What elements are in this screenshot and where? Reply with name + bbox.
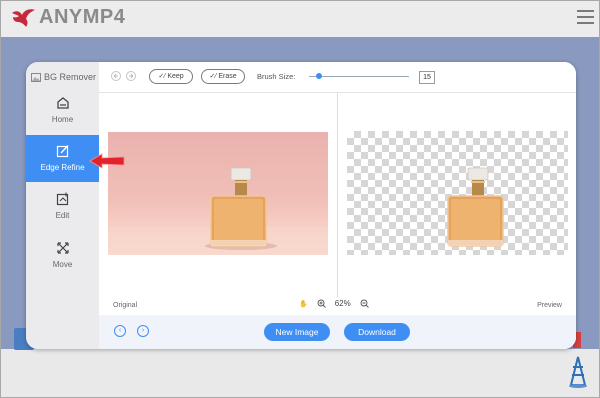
tower-logo-icon — [569, 356, 587, 388]
move-icon — [56, 242, 69, 254]
zoom-value: 62% — [334, 299, 351, 308]
new-image-button[interactable]: New Image — [264, 323, 330, 341]
zoom-in-icon[interactable] — [317, 299, 326, 308]
undo-icon — [113, 73, 118, 79]
keep-label: Keep — [167, 73, 184, 80]
browser-frame: ANYMP4 BG Remover Home Edge Refine Edit … — [0, 0, 600, 398]
bird-logo-icon — [12, 8, 35, 27]
sidebar-item-move[interactable]: Move — [26, 235, 99, 282]
sidebar-item-label: Edit — [55, 211, 70, 220]
editor-main: ✓⁄ Keep ✓⁄ Erase Brush Size: 15 Original… — [99, 62, 576, 349]
sidebar-item-label: Move — [52, 260, 73, 269]
next-button[interactable]: › — [137, 325, 149, 337]
sidebar-item-label: Edge Refine — [40, 163, 85, 172]
action-bar: ‹ › New Image Download — [99, 315, 576, 349]
image-icon — [31, 72, 41, 82]
brush-size-slider[interactable] — [309, 76, 409, 77]
sidebar-item-label: Home — [51, 115, 74, 124]
tool-sidebar: BG Remover Home Edge Refine Edit Move — [26, 62, 99, 349]
bg-remover-dialog: BG Remover Home Edge Refine Edit Move ✓⁄… — [26, 62, 576, 349]
preview-label: Preview — [537, 302, 562, 309]
download-button[interactable]: Download — [344, 323, 410, 341]
previous-button[interactable]: ‹ — [114, 325, 126, 337]
brush-size-slider-thumb[interactable] — [316, 73, 322, 79]
erase-brush-icon: ✓⁄ — [209, 73, 219, 80]
edge-refine-icon — [56, 145, 69, 158]
original-label: Original — [113, 302, 138, 309]
redo-icon — [129, 73, 134, 79]
chevron-right-icon: › — [141, 327, 145, 334]
home-icon — [56, 97, 69, 109]
keep-button[interactable]: ✓⁄ Keep — [149, 69, 193, 84]
erase-button[interactable]: ✓⁄ Erase — [201, 69, 245, 84]
brush-size-input[interactable]: 15 — [419, 71, 435, 84]
preview-image[interactable] — [347, 131, 568, 255]
site-header: ANYMP4 — [1, 1, 599, 37]
original-image[interactable] — [108, 132, 328, 255]
perfume-bottle-photo — [108, 167, 328, 255]
sidebar-item-home[interactable]: Home — [26, 90, 99, 137]
canvas-area — [99, 93, 576, 297]
red-arrow-pointer-icon — [89, 153, 125, 169]
editor-toolbar: ✓⁄ Keep ✓⁄ Erase Brush Size: 15 — [99, 62, 576, 93]
canvas-footer: Original ✋ 62% Preview — [99, 297, 576, 315]
chevron-left-icon: ‹ — [118, 327, 122, 334]
erase-label: Erase — [218, 73, 237, 80]
hand-pan-icon[interactable]: ✋ — [299, 300, 308, 308]
canvas-divider — [337, 93, 338, 297]
keep-brush-icon: ✓⁄ — [158, 73, 168, 80]
undo-button[interactable] — [111, 71, 121, 81]
logo-text: ANYMP4 — [39, 6, 126, 28]
sidebar-title-text: BG Remover — [44, 72, 97, 82]
edit-icon — [56, 192, 68, 206]
sidebar-title: BG Remover — [31, 72, 96, 82]
zoom-out-icon[interactable] — [360, 299, 369, 308]
site-logo[interactable]: ANYMP4 — [10, 6, 125, 29]
brush-size-label: Brush Size: — [257, 72, 296, 81]
perfume-bottle-cutout — [447, 167, 504, 247]
redo-button[interactable] — [126, 71, 136, 81]
hamburger-menu-icon[interactable] — [577, 10, 594, 26]
zoom-controls: ✋ 62% — [299, 299, 369, 308]
sidebar-item-edit[interactable]: Edit — [26, 186, 99, 233]
